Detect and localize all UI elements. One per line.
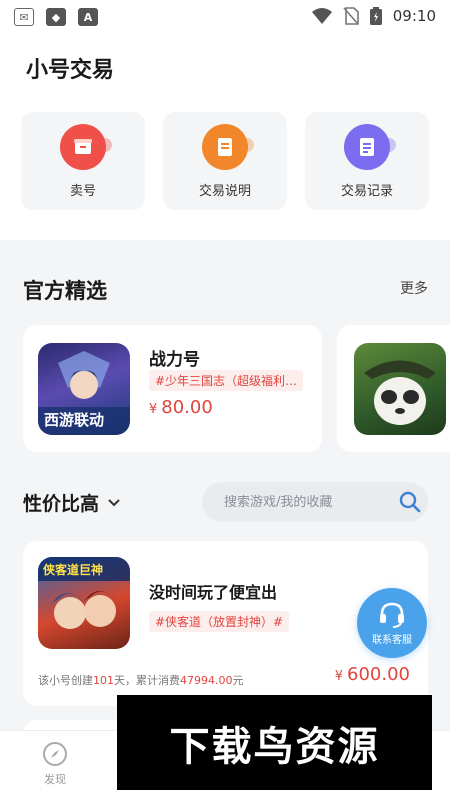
header-section: 小号交易 卖号 交易说明 交易记录 [0, 36, 450, 240]
featured-card[interactable]: 西游联动 战力号 #少年三国志（超级福利… ¥80.00 [23, 325, 322, 452]
game-tag: #少年三国志（超级福利… [149, 370, 304, 391]
alert-icon: ◆ [46, 8, 66, 26]
meta-text: 元 [232, 674, 244, 687]
meta-text: 该小号创建 [38, 674, 93, 687]
clock: 09:10 [392, 7, 436, 25]
price-value: 80.00 [161, 397, 213, 418]
a-icon: A [78, 8, 98, 26]
search-bar[interactable] [202, 482, 428, 522]
quick-action-label: 卖号 [69, 184, 96, 199]
game-thumbnail [354, 343, 446, 435]
featured-card-partial[interactable] [337, 325, 450, 452]
compass-icon [43, 742, 67, 766]
watermark-text: 下载鸟资源 [169, 723, 380, 770]
headset-icon [380, 602, 404, 628]
quick-action-label: 交易说明 [198, 184, 251, 199]
sort-dropdown[interactable]: 性价比高 [23, 489, 121, 516]
battery-icon [369, 7, 382, 25]
created-days: 101 [93, 674, 114, 687]
customer-service-button[interactable]: 联系客服 [357, 588, 427, 658]
quick-action-sell[interactable]: 卖号 [21, 112, 145, 210]
tab-discover[interactable]: 发现 [30, 741, 80, 787]
watermark: 下载鸟资源 [117, 695, 432, 790]
tab-label: 发现 [44, 773, 66, 786]
quick-action-records[interactable]: 交易记录 [305, 112, 429, 210]
game-thumbnail: 侠客道巨神 [38, 557, 130, 649]
sort-label: 性价比高 [23, 493, 100, 515]
no-sim-icon [343, 7, 359, 25]
price-value: 600.00 [347, 664, 410, 685]
total-spent: 47994.00 [180, 674, 233, 687]
game-thumbnail-text: 侠客道巨神 [43, 563, 104, 577]
notification-icon: ✉ [14, 8, 34, 26]
quick-action-label: 交易记录 [340, 184, 393, 199]
search-input[interactable] [224, 494, 394, 510]
featured-price: ¥80.00 [149, 397, 213, 418]
game-thumbnail-text: 西游联动 [44, 411, 105, 429]
chevron-down-icon [108, 498, 120, 506]
listing-meta: 该小号创建101天，累计消费47994.00元 [38, 672, 244, 688]
more-link[interactable]: 更多 [400, 278, 428, 298]
currency-symbol: ¥ [149, 402, 158, 417]
featured-item-name: 战力号 [149, 350, 200, 370]
quick-action-guide[interactable]: 交易说明 [163, 112, 287, 210]
listing-title: 没时间玩了便宜出 [149, 583, 278, 602]
wifi-icon [311, 8, 332, 24]
listing-price: ¥600.00 [335, 664, 410, 685]
sell-icon [60, 124, 112, 170]
game-thumbnail: 西游联动 [38, 343, 130, 435]
search-icon[interactable] [398, 490, 422, 514]
currency-symbol: ¥ [334, 669, 344, 684]
featured-title: 官方精选 [23, 279, 107, 303]
customer-service-label: 联系客服 [372, 634, 412, 646]
status-bar: ✉ ◆ A 09:10 [0, 0, 450, 36]
record-icon [344, 124, 396, 170]
game-tag: #侠客道（放置封神）# [149, 611, 290, 632]
page-title: 小号交易 [26, 58, 115, 83]
doc-icon [202, 124, 254, 170]
meta-text: 天，累计消费 [114, 674, 180, 687]
